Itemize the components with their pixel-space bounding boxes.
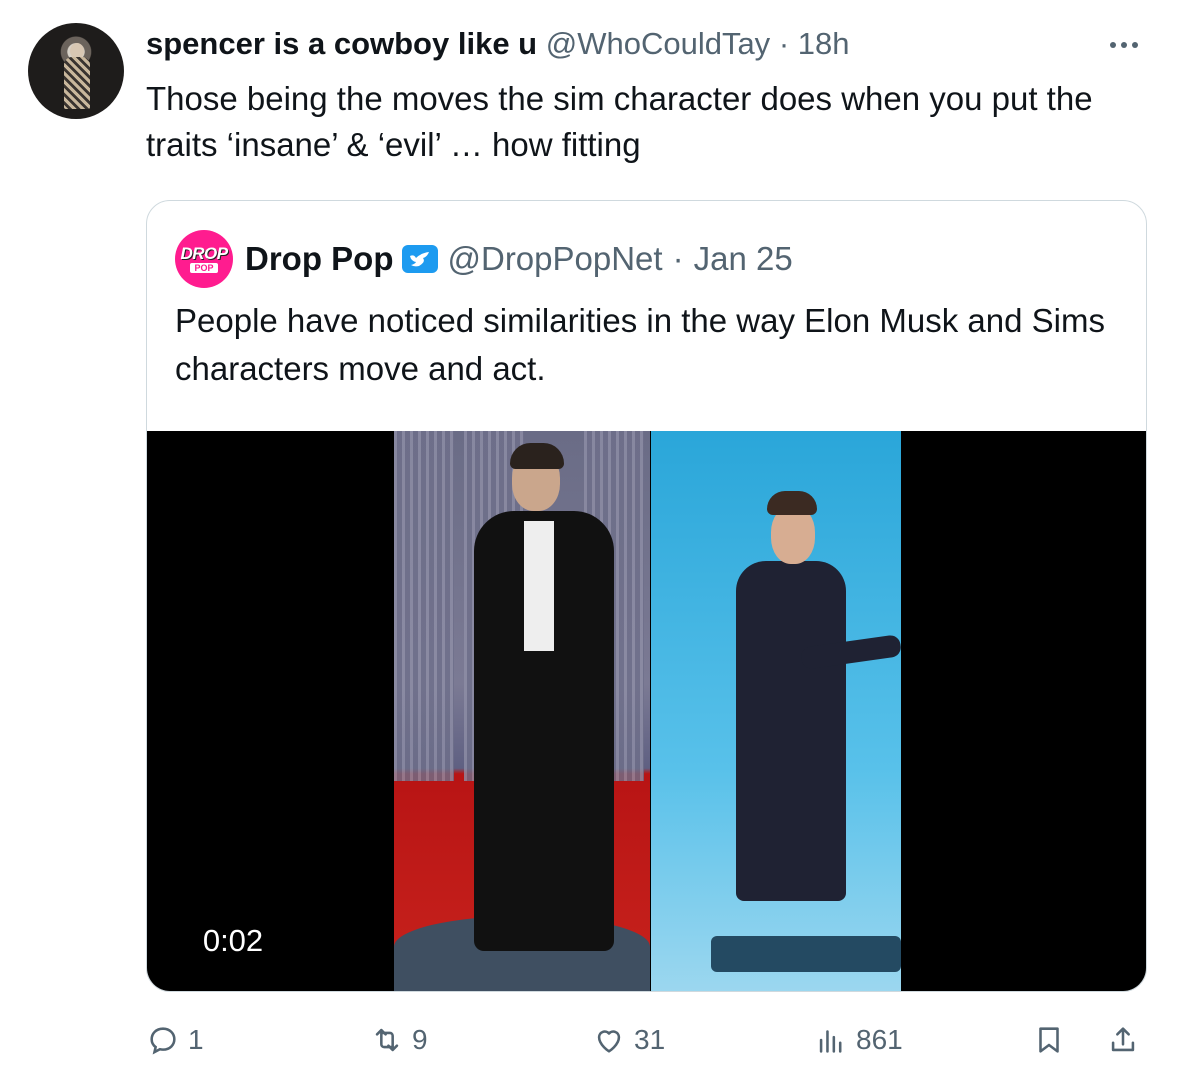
person-shirt <box>524 521 554 651</box>
quote-avatar[interactable]: DROP POP <box>175 230 233 288</box>
retweet-count: 9 <box>412 1024 428 1055</box>
sim-suit <box>736 561 846 901</box>
sim-ui-toolbar <box>711 936 901 972</box>
reply-icon <box>146 1023 180 1057</box>
tweet-text: Those being the moves the sim character … <box>146 80 1093 163</box>
quote-date[interactable]: Jan 25 <box>694 240 793 278</box>
backdrop-panel <box>394 431 454 781</box>
quote-avatar-logo-text: DROP <box>180 243 228 263</box>
more-dot <box>1121 42 1127 48</box>
retweet-icon <box>370 1023 404 1057</box>
quote-header: DROP POP Drop Pop @DropPopNet · Jan 25 <box>175 230 793 288</box>
more-dot <box>1132 42 1138 48</box>
more-dot <box>1110 42 1116 48</box>
views-icon <box>814 1023 848 1057</box>
like-icon <box>592 1023 626 1057</box>
quote-text: People have noticed similarities in the … <box>175 302 1105 387</box>
share-button[interactable] <box>1106 1023 1140 1057</box>
bookmark-button[interactable] <box>1032 1023 1066 1057</box>
author-avatar[interactable] <box>28 23 124 119</box>
quote-author-name[interactable]: Drop Pop <box>245 240 393 278</box>
video-frame-right <box>651 431 901 991</box>
video-frame-left <box>394 431 650 991</box>
quote-author-handle[interactable]: @DropPopNet <box>447 240 662 278</box>
like-count: 31 <box>634 1024 666 1055</box>
tweet-time[interactable]: 18h <box>798 26 850 61</box>
share-icon <box>1106 1023 1140 1057</box>
retweet-button[interactable]: 9 <box>370 1023 428 1057</box>
sim-hair <box>767 491 817 515</box>
bookmark-icon <box>1032 1023 1066 1057</box>
avatar-figure <box>64 57 90 109</box>
like-button[interactable]: 31 <box>592 1023 665 1057</box>
tweet-header: spencer is a cowboy like u @WhoCouldTay … <box>146 22 850 66</box>
person-hair <box>510 443 564 469</box>
reply-count: 1 <box>188 1024 204 1055</box>
author-handle[interactable]: @WhoCouldTay <box>546 26 770 61</box>
video-timestamp: 0:02 <box>183 917 283 965</box>
verified-badge-icon <box>401 244 439 274</box>
quote-avatar-logo-subtext: POP <box>190 262 218 273</box>
views-button[interactable]: 861 <box>814 1023 903 1057</box>
quote-separator: · <box>672 240 684 277</box>
video-player[interactable]: 0:02 <box>147 431 1146 991</box>
header-separator: · <box>778 26 790 61</box>
action-bar: 1 9 31 861 <box>0 1023 1180 1073</box>
more-icon[interactable] <box>1104 30 1144 60</box>
reply-button[interactable]: 1 <box>146 1023 204 1057</box>
views-count: 861 <box>856 1024 903 1055</box>
quoted-tweet[interactable]: DROP POP Drop Pop @DropPopNet · Jan 25 P… <box>146 200 1147 992</box>
author-name[interactable]: spencer is a cowboy like u <box>146 26 537 61</box>
